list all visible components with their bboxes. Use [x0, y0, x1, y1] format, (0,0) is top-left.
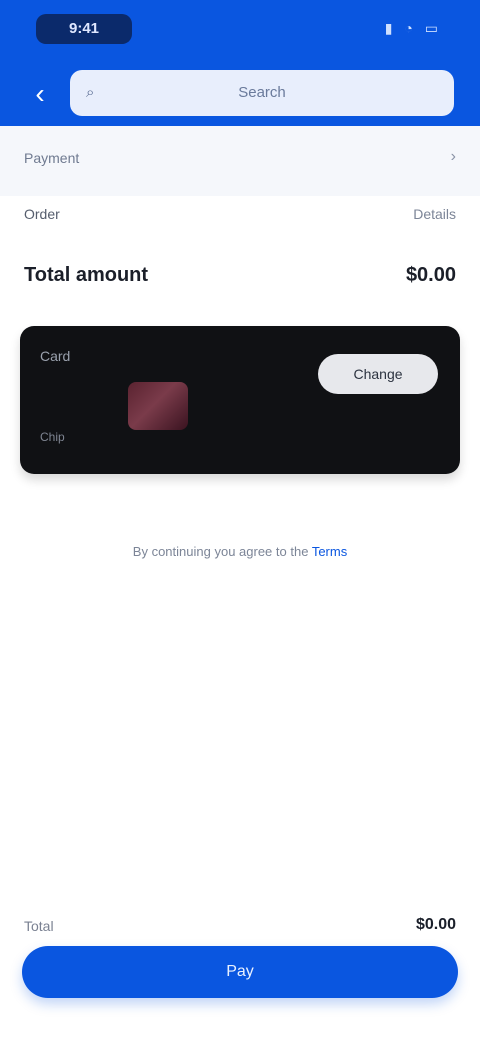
chevron-left-icon: ‹: [35, 78, 45, 109]
status-time: 9:41: [36, 14, 132, 44]
card-chip-label: Chip: [40, 430, 65, 444]
search-bar[interactable]: ⌕ Search: [70, 70, 454, 116]
summary-row-2: Total amount $0.00: [24, 264, 456, 304]
wifi-icon: ◔: [404, 20, 417, 36]
bottom-bar: Total $0.00 Pay: [0, 900, 480, 1040]
summary-row-1-label: Order: [24, 206, 60, 222]
subheader-title: Payment: [24, 150, 80, 166]
summary-total-value: $0.00: [405, 264, 456, 286]
subheader: Payment ›: [0, 126, 480, 196]
change-card-button[interactable]: Change: [318, 354, 438, 394]
back-button[interactable]: ‹: [22, 76, 58, 112]
footer-total-value: $0.00: [415, 916, 456, 933]
search-placeholder: Search: [238, 84, 286, 101]
search-icon: ⌕: [86, 84, 95, 101]
summary-row-1: Order Details: [24, 206, 456, 240]
top-header: ‹ ⌕ Search: [0, 60, 480, 126]
pay-button[interactable]: Pay: [22, 946, 458, 998]
signal-icon: ▮: [384, 20, 397, 36]
card-brand: Card: [40, 348, 71, 364]
payment-card[interactable]: Card Chip Change: [20, 326, 460, 474]
terms-prefix: By continuing you agree to the: [132, 544, 309, 559]
battery-icon: ▭: [424, 20, 442, 36]
status-icons: ▮ ◔ ▭: [385, 20, 442, 37]
chevron-right-icon[interactable]: ›: [451, 148, 456, 166]
status-bar: 9:41 ▮ ◔ ▭: [0, 0, 480, 60]
summary-row-1-value[interactable]: Details: [413, 206, 456, 222]
footer-total-label: Total: [24, 918, 54, 934]
terms-text: By continuing you agree to the Terms: [0, 544, 480, 559]
terms-link[interactable]: Terms: [312, 544, 347, 559]
summary-total-label: Total amount: [24, 264, 149, 286]
card-chip-icon: [128, 382, 188, 430]
